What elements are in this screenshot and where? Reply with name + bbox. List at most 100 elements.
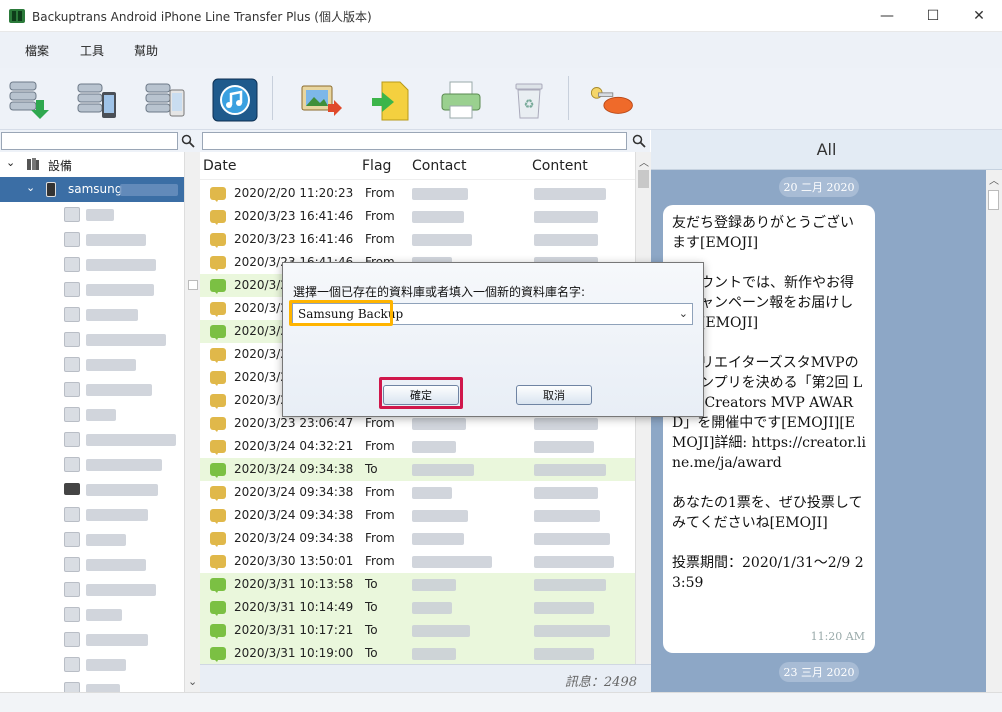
- key-icon: [590, 87, 633, 114]
- cancel-button[interactable]: 取消: [516, 385, 592, 405]
- contact-search-input[interactable]: [1, 132, 178, 150]
- redacted-text: [86, 209, 114, 221]
- menu-file[interactable]: 檔案: [25, 42, 49, 59]
- table-scroll-thumb[interactable]: [638, 170, 649, 188]
- message-search-button[interactable]: [630, 132, 648, 150]
- column-contact[interactable]: Contact: [412, 158, 466, 174]
- tree-contact[interactable]: [0, 377, 184, 402]
- table-row[interactable]: 2020/3/24 09:34:38 To: [200, 458, 635, 481]
- delete-button[interactable]: ♻: [504, 76, 554, 124]
- transfer-to-phone-icon: [77, 83, 116, 118]
- column-flag[interactable]: Flag: [362, 158, 391, 174]
- menu-tools[interactable]: 工具: [80, 42, 104, 59]
- ok-button[interactable]: 確定: [383, 385, 459, 405]
- scroll-down-icon[interactable]: ⌄: [188, 675, 197, 688]
- scroll-up-icon[interactable]: ︿: [639, 154, 649, 169]
- tree-contact[interactable]: [0, 352, 184, 377]
- redacted-text: [86, 534, 126, 546]
- export-photos-button[interactable]: [296, 76, 346, 124]
- close-button[interactable]: ✕: [956, 0, 1002, 32]
- cell-date: 2020/3/24 04:32:21: [234, 439, 354, 453]
- chevron-down-icon[interactable]: ⌄: [6, 156, 15, 169]
- chat-scroll-thumb[interactable]: [988, 190, 999, 210]
- cell-content: [534, 441, 594, 453]
- message-icon: [210, 394, 226, 409]
- table-row[interactable]: 2020/3/23 16:41:46 From: [200, 205, 635, 228]
- cell-date: 2020/3/24 09:34:38: [234, 462, 354, 476]
- chevron-down-icon[interactable]: ⌄: [679, 307, 688, 320]
- tree-contact[interactable]: [0, 477, 184, 502]
- table-row[interactable]: 2020/3/31 10:13:58 To: [200, 573, 635, 596]
- tree-contact[interactable]: [0, 202, 184, 227]
- tree-contact[interactable]: [0, 427, 184, 452]
- cell-flag: To: [365, 462, 378, 476]
- date-separator: 23 三月 2020: [779, 662, 859, 682]
- window-bottom-bar: [0, 692, 1002, 712]
- cell-flag: From: [365, 209, 395, 223]
- scroll-up-icon[interactable]: ︿: [989, 172, 999, 187]
- contact-icon: [64, 682, 80, 692]
- tree-contact[interactable]: [0, 577, 184, 602]
- table-row[interactable]: 2020/3/24 09:34:38 From: [200, 504, 635, 527]
- cell-flag: From: [365, 439, 395, 453]
- tree-scroll-thumb[interactable]: [188, 280, 198, 290]
- maximize-button[interactable]: ☐: [910, 0, 956, 32]
- cell-contact: [412, 602, 452, 614]
- table-row[interactable]: 2020/3/30 13:50:01 From: [200, 550, 635, 573]
- itunes-restore-button[interactable]: [210, 76, 260, 124]
- chat-scrollbar[interactable]: ︿: [986, 170, 1002, 692]
- table-row[interactable]: 2020/3/31 10:17:21 To: [200, 619, 635, 642]
- table-scrollbar[interactable]: ︿: [635, 152, 651, 692]
- table-row[interactable]: 2020/3/24 09:34:38 From: [200, 481, 635, 504]
- tree-contact[interactable]: [0, 302, 184, 327]
- tree-contact[interactable]: [0, 327, 184, 352]
- minimize-button[interactable]: —: [864, 0, 910, 32]
- contact-search-button[interactable]: [179, 132, 197, 150]
- tree-contact[interactable]: [0, 277, 184, 302]
- contact-icon: [64, 357, 80, 372]
- table-row[interactable]: 2020/3/24 09:34:38 From: [200, 527, 635, 550]
- message-search-input[interactable]: [202, 132, 627, 150]
- tree-scrollbar[interactable]: ⌄: [184, 152, 201, 692]
- tree-contact[interactable]: [0, 602, 184, 627]
- chevron-down-icon[interactable]: ⌄: [26, 181, 35, 194]
- table-row[interactable]: 2020/3/23 16:41:46 From: [200, 228, 635, 251]
- table-row[interactable]: 2020/3/31 10:19:00 To: [200, 642, 635, 664]
- tree-contact[interactable]: [0, 652, 184, 677]
- cell-date: 2020/3/2: [234, 370, 288, 384]
- print-button[interactable]: [436, 76, 486, 124]
- menu-help[interactable]: 幫助: [134, 42, 158, 59]
- cell-date: 2020/3/24 09:34:38: [234, 508, 354, 522]
- cell-contact: [412, 510, 468, 522]
- tree-contact[interactable]: [0, 552, 184, 577]
- tree-root[interactable]: ⌄ 設備: [0, 152, 184, 177]
- tree-contact[interactable]: [0, 402, 184, 427]
- tree-contact[interactable]: [0, 227, 184, 252]
- transfer-between-phones-button[interactable]: [140, 76, 190, 124]
- transfer-to-phone-button[interactable]: [72, 76, 122, 124]
- tree-device[interactable]: ⌄ samsung: [0, 177, 184, 202]
- column-date[interactable]: Date: [203, 158, 236, 174]
- tree-contact[interactable]: [0, 627, 184, 652]
- cell-flag: From: [365, 485, 395, 499]
- date-separator: 20 二月 2020: [779, 177, 859, 197]
- chat-header: All: [651, 130, 1002, 170]
- tree-contact[interactable]: [0, 677, 184, 692]
- cell-content: [534, 648, 594, 660]
- key-button[interactable]: [586, 76, 636, 124]
- message-icon: [210, 187, 226, 202]
- tree-contact[interactable]: [0, 252, 184, 277]
- table-row[interactable]: 2020/3/24 04:32:21 From: [200, 435, 635, 458]
- export-file-button[interactable]: [366, 76, 416, 124]
- table-row[interactable]: 2020/2/20 11:20:23 From: [200, 182, 635, 205]
- tree-contact[interactable]: [0, 502, 184, 527]
- table-row[interactable]: 2020/3/31 10:14:49 To: [200, 596, 635, 619]
- devices-icon: [27, 158, 39, 170]
- message-icon: [210, 486, 226, 501]
- tree-contact[interactable]: [0, 452, 184, 477]
- column-content[interactable]: Content: [532, 158, 588, 174]
- cell-contact: [412, 188, 468, 200]
- tree-contact[interactable]: [0, 527, 184, 552]
- message-icon: [210, 325, 226, 340]
- backup-device-button[interactable]: [4, 76, 54, 124]
